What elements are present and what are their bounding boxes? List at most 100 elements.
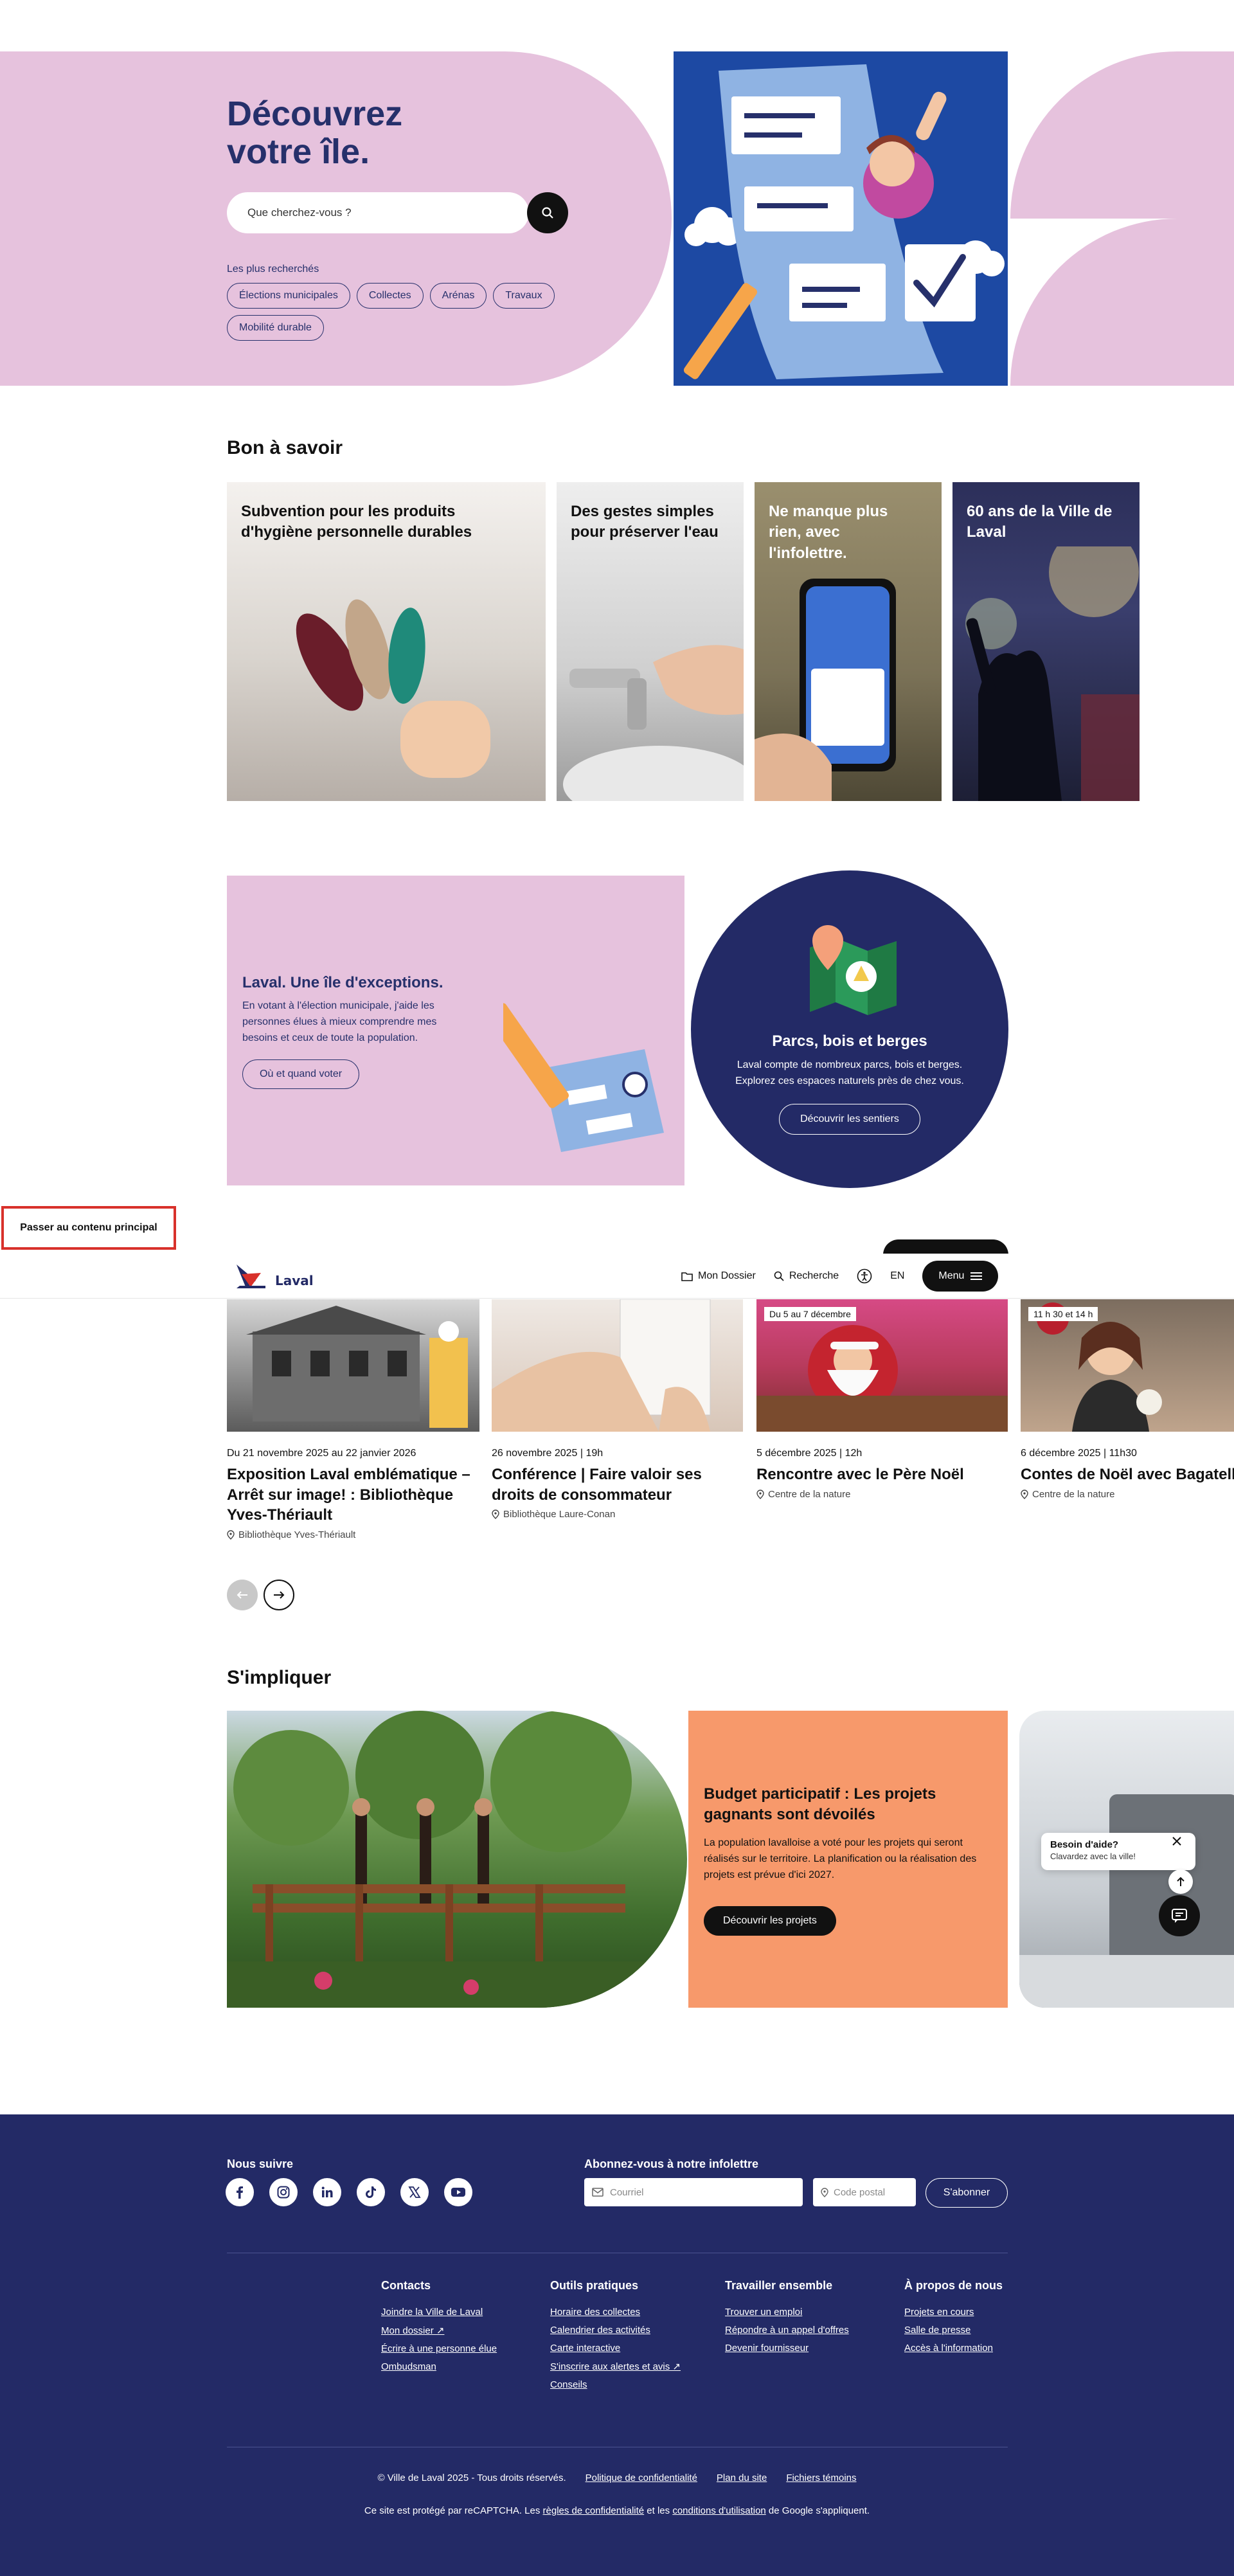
facebook-icon: [237, 2186, 243, 2199]
date-badge: Du 5 au 7 décembre: [764, 1307, 856, 1321]
instagram-link[interactable]: [269, 2178, 298, 2206]
activity-image[interactable]: [492, 1299, 743, 1432]
hamburger-icon: [970, 1272, 983, 1280]
news-card[interactable]: Ne manque plus rien, avec l'infolettre.: [755, 482, 942, 801]
chat-open-button[interactable]: [1159, 1895, 1200, 1936]
footer-link[interactable]: Projets en cours: [904, 2307, 1003, 2318]
location-pin-icon: [492, 1509, 499, 1520]
footer-link[interactable]: Ombudsman: [381, 2361, 497, 2372]
footer-link[interactable]: Joindre la Ville de Laval: [381, 2307, 497, 2318]
footer-link[interactable]: Mon dossier ↗: [381, 2325, 497, 2336]
postal-code-field[interactable]: Code postal: [813, 2178, 916, 2206]
activity-image[interactable]: [227, 1299, 479, 1432]
cookies-link[interactable]: Fichiers témoins: [786, 2472, 856, 2483]
footer-link[interactable]: Devenir fournisseur: [725, 2343, 849, 2354]
location-pin-icon: [756, 1489, 764, 1499]
google-terms-link[interactable]: conditions d'utilisation: [672, 2505, 765, 2516]
discover-projects-button[interactable]: Découvrir les projets: [704, 1906, 836, 1936]
menu-button[interactable]: Menu: [922, 1261, 999, 1292]
postal-placeholder: Code postal: [834, 2186, 886, 2198]
news-card[interactable]: Subvention pour les produits d'hygiène p…: [227, 482, 546, 801]
social-links: [226, 2178, 472, 2206]
concert-crowd-image: [965, 546, 1140, 801]
news-card[interactable]: 60 ans de la Ville de Laval: [952, 482, 1140, 801]
popular-tag[interactable]: Élections municipales: [227, 283, 350, 309]
footer-column-travailler: Travailler ensemble Trouver un emploi Ré…: [725, 2279, 849, 2361]
privacy-link[interactable]: Politique de confidentialité: [586, 2472, 697, 2483]
search-input[interactable]: Que cherchez-vous ?: [227, 192, 529, 233]
footer-column-a-propos: À propos de nous Projets en cours Salle …: [904, 2279, 1003, 2361]
simpliquer-photo[interactable]: [227, 1711, 687, 2008]
parks-title: Parcs, bois et berges: [772, 1032, 927, 1050]
footer-link[interactable]: Salle de presse: [904, 2325, 1003, 2336]
chat-close-button[interactable]: [1169, 1833, 1185, 1849]
popular-tag[interactable]: Travaux: [493, 283, 555, 309]
mon-dossier-link[interactable]: Mon Dossier: [681, 1270, 756, 1282]
youtube-link[interactable]: [444, 2178, 472, 2206]
email-field[interactable]: Courriel: [584, 2178, 803, 2206]
hero-title: Découvrez votre île.: [227, 95, 403, 172]
x-link[interactable]: [400, 2178, 429, 2206]
decorative-shape: [1010, 219, 1234, 386]
search-button[interactable]: [527, 192, 568, 233]
parks-promo-circle: [691, 870, 1008, 1188]
activity-card[interactable]: Du 21 novembre 2025 au 22 janvier 2026 E…: [227, 1448, 479, 1540]
popular-searches-label: Les plus recherchés: [227, 264, 319, 275]
linkedin-link[interactable]: [313, 2178, 341, 2206]
arrow-left-icon: [237, 1591, 247, 1599]
activity-image[interactable]: 11 h 30 et 14 h: [1021, 1299, 1234, 1432]
tiktok-link[interactable]: [357, 2178, 385, 2206]
activity-location-label: Centre de la nature: [768, 1488, 851, 1500]
footer-link[interactable]: Trouver un emploi: [725, 2307, 849, 2318]
accessibility-button[interactable]: [857, 1268, 872, 1284]
discover-trails-button[interactable]: Découvrir les sentiers: [779, 1104, 920, 1135]
google-privacy-link[interactable]: règles de confidentialité: [543, 2505, 645, 2516]
footer-link[interactable]: Répondre à un appel d'offres: [725, 2325, 849, 2336]
instagram-icon: [277, 2186, 290, 2199]
card-title: Subvention pour les produits d'hygiène p…: [241, 503, 472, 541]
activity-card[interactable]: 26 novembre 2025 | 19h Conférence | Fair…: [492, 1448, 743, 1520]
footer-link[interactable]: Carte interactive: [550, 2343, 681, 2354]
activity-image[interactable]: Du 5 au 7 décembre: [756, 1299, 1008, 1432]
footer-link[interactable]: Horaire des collectes: [550, 2307, 681, 2318]
footer-column-title: Outils pratiques: [550, 2279, 639, 2292]
language-toggle[interactable]: EN: [890, 1270, 904, 1282]
vote-info-button[interactable]: Où et quand voter: [242, 1059, 360, 1089]
popular-tag[interactable]: Mobilité durable: [227, 315, 324, 341]
budget-title: Budget participatif : Les projets gagnan…: [704, 1785, 936, 1824]
popular-tag[interactable]: Collectes: [356, 283, 424, 309]
scroll-to-top-button[interactable]: [1168, 1869, 1193, 1894]
footer-link[interactable]: Calendrier des activités: [550, 2325, 681, 2336]
footer-link[interactable]: S'inscrire aux alertes et avis ↗: [550, 2361, 681, 2372]
footer-column-title: À propos de nous: [904, 2279, 1003, 2292]
sitemap-link[interactable]: Plan du site: [717, 2472, 767, 2483]
receipt-hand-image: [492, 1299, 711, 1432]
footer-link[interactable]: Conseils: [550, 2379, 681, 2390]
facebook-link[interactable]: [226, 2178, 254, 2206]
footer-link[interactable]: Écrire à une personne élue: [381, 2343, 497, 2354]
activity-card[interactable]: 6 décembre 2025 | 11h30 Contes de Noël a…: [1021, 1448, 1234, 1500]
activity-card[interactable]: 5 décembre 2025 | 12h Rencontre avec le …: [756, 1448, 1008, 1500]
recherche-link[interactable]: Recherche: [774, 1270, 839, 1282]
chat-prompt-subtitle: Clavardez avec la ville!: [1050, 1851, 1136, 1861]
accessibility-icon: [857, 1268, 872, 1284]
chat-icon: [1172, 1909, 1187, 1923]
historic-house-image: [246, 1306, 468, 1428]
parks-text: Laval compte de nombreux parcs, bois et …: [735, 1059, 964, 1086]
activity-title: Rencontre avec le Père Noël: [756, 1466, 964, 1483]
footer-link[interactable]: Accès à l'information: [904, 2343, 1003, 2354]
skip-to-content-link[interactable]: Passer au contenu principal: [1, 1206, 176, 1250]
activity-date: 26 novembre 2025 | 19h: [492, 1448, 604, 1459]
popular-tag[interactable]: Arénas: [429, 283, 487, 309]
header-nav: Mon Dossier Recherche EN Menu: [681, 1259, 999, 1293]
laval-logo[interactable]: Laval: [237, 1261, 314, 1291]
carousel-prev-button[interactable]: [227, 1580, 258, 1610]
carousel-next-button[interactable]: [264, 1580, 294, 1610]
subscribe-button[interactable]: S'abonner: [926, 2178, 1008, 2208]
activity-location: Centre de la nature: [1021, 1489, 1234, 1500]
footer-column-title: Contacts: [381, 2279, 431, 2292]
card-title: 60 ans de la Ville de Laval: [967, 503, 1113, 541]
follow-us-label: Nous suivre: [227, 2157, 294, 2170]
news-card[interactable]: Des gestes simples pour préserver l'eau: [557, 482, 744, 801]
sticky-header: [0, 1254, 1234, 1299]
